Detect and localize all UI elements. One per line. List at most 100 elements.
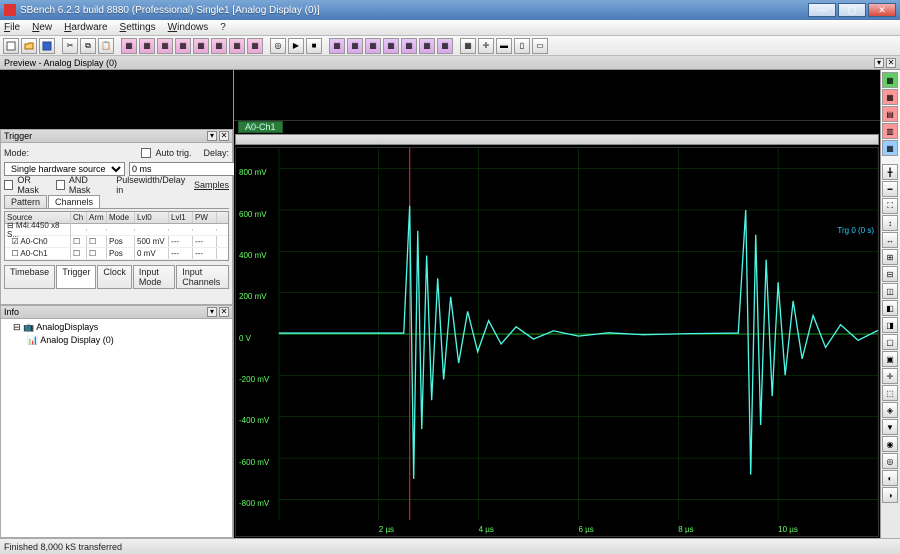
source-dropdown[interactable]: Single hardware source (4, 162, 125, 176)
tree-item-root[interactable]: ⊟ 📺 AnalogDisplays (3, 321, 230, 334)
channel-tab[interactable]: A0-Ch1 (238, 121, 283, 133)
menu-file[interactable]: File (4, 22, 20, 33)
tool-config3-icon[interactable]: ▦ (157, 38, 173, 54)
status-text: Finished 8,000 kS transferred (4, 542, 122, 552)
rtool-4-icon[interactable]: ▥ (882, 123, 898, 139)
rtool-14-icon[interactable]: ✛ (882, 368, 898, 384)
tool-save-icon[interactable] (39, 38, 55, 54)
menu-help[interactable]: ? (220, 22, 226, 33)
rtool-grid-icon[interactable]: ▦ (882, 72, 898, 88)
btab-timebase[interactable]: Timebase (4, 265, 55, 289)
y-tick-label: 400 mV (239, 251, 267, 260)
rtool-18-icon[interactable]: ◉ (882, 436, 898, 452)
tool-disp6-icon[interactable]: ▦ (419, 38, 435, 54)
close-button[interactable]: ✕ (868, 3, 896, 17)
tool-disp1-icon[interactable]: ▦ (329, 38, 345, 54)
tab-pattern[interactable]: Pattern (4, 195, 47, 208)
rtool-13-icon[interactable]: ▣ (882, 351, 898, 367)
preview-close-icon[interactable]: ✕ (886, 58, 896, 68)
tool-disp4-icon[interactable]: ▦ (383, 38, 399, 54)
btab-clock[interactable]: Clock (97, 265, 132, 289)
auto-trig-checkbox[interactable] (141, 148, 151, 158)
btab-inputch[interactable]: Input Channels (176, 265, 229, 289)
rtool-5-icon[interactable]: ▦ (882, 140, 898, 156)
display-column: A0-Ch1 800 mV600 mV400 mV200 mV0 V-200 m… (234, 70, 880, 538)
tool-config6-icon[interactable]: ▦ (211, 38, 227, 54)
tool-layout1-icon[interactable]: ▬ (496, 38, 512, 54)
tool-layout3-icon[interactable]: ▭ (532, 38, 548, 54)
rtool-11-icon[interactable]: ◨ (882, 317, 898, 333)
rtool-20-icon[interactable]: ◐ (882, 470, 898, 486)
rtool-10-icon[interactable]: ◧ (882, 300, 898, 316)
btab-trigger[interactable]: Trigger (56, 265, 96, 289)
rtool-16-icon[interactable]: ◈ (882, 402, 898, 418)
minimize-button[interactable]: — (808, 3, 836, 17)
mode-label: Mode: (4, 148, 29, 158)
tool-play-icon[interactable]: ▶ (288, 38, 304, 54)
tool-stop-icon[interactable]: ■ (306, 38, 322, 54)
tool-grid-icon[interactable]: ▦ (460, 38, 476, 54)
left-column: Trigger ▾ ✕ Mode: Auto trig. Delay: Sing… (0, 70, 234, 538)
tool-disp7-icon[interactable]: ▦ (437, 38, 453, 54)
trigger-close-icon[interactable]: ✕ (219, 131, 229, 141)
grid-row[interactable]: ☑ A0-Ch0☐☐Pos500 mV------ (5, 236, 228, 248)
tool-config1-icon[interactable]: ▦ (121, 38, 137, 54)
rtool-8-icon[interactable]: ⊟ (882, 266, 898, 282)
tool-config8-icon[interactable]: ▦ (247, 38, 263, 54)
info-pin-icon[interactable]: ▾ (207, 307, 217, 317)
rtool-21-icon[interactable]: ◑ (882, 487, 898, 503)
tool-cut-icon[interactable]: ✂ (62, 38, 78, 54)
menu-windows[interactable]: Windows (168, 22, 209, 33)
grid-row[interactable]: ⊟ M4i.4450 x8 S... (5, 224, 228, 236)
info-close-icon[interactable]: ✕ (219, 307, 229, 317)
display-scrollbar[interactable] (235, 134, 879, 145)
tool-disp3-icon[interactable]: ▦ (365, 38, 381, 54)
and-mask-checkbox[interactable] (56, 180, 65, 190)
rtool-19-icon[interactable]: ◎ (882, 453, 898, 469)
rtool-7-icon[interactable]: ⊞ (882, 249, 898, 265)
window-buttons: — ▢ ✕ (808, 3, 896, 17)
tool-open-icon[interactable] (21, 38, 37, 54)
rtool-15-icon[interactable]: ⬚ (882, 385, 898, 401)
tool-new-icon[interactable] (3, 38, 19, 54)
tool-config7-icon[interactable]: ▦ (229, 38, 245, 54)
delay-label: Delay: (203, 148, 229, 158)
rtool-vzoom-in-icon[interactable]: ↕ (882, 215, 898, 231)
or-mask-checkbox[interactable] (4, 180, 13, 190)
info-title: Info (4, 307, 19, 317)
tool-disp5-icon[interactable]: ▦ (401, 38, 417, 54)
preview-title: Preview - Analog Display (0) (4, 58, 117, 68)
tool-config4-icon[interactable]: ▦ (175, 38, 191, 54)
tool-layout2-icon[interactable]: ▯ (514, 38, 530, 54)
tool-config5-icon[interactable]: ▦ (193, 38, 209, 54)
tool-disp2-icon[interactable]: ▦ (347, 38, 363, 54)
trigger-pin-icon[interactable]: ▾ (207, 131, 217, 141)
rtool-17-icon[interactable]: ▼ (882, 419, 898, 435)
tool-cursor-icon[interactable]: ✛ (478, 38, 494, 54)
window-titlebar: SBench 6.2.3 build 8880 (Professional) S… (0, 0, 900, 20)
grid-row[interactable]: ☐ A0-Ch1☐☐Pos0 mV------ (5, 248, 228, 260)
rtool-zoom-out-icon[interactable]: ━ (882, 181, 898, 197)
oscilloscope-display[interactable]: 800 mV600 mV400 mV200 mV0 V-200 mV-400 m… (235, 147, 879, 537)
rtool-2-icon[interactable]: ▦ (882, 89, 898, 105)
rtool-12-icon[interactable]: ▢ (882, 334, 898, 350)
preview-pin-icon[interactable]: ▾ (874, 58, 884, 68)
menu-hardware[interactable]: Hardware (64, 22, 107, 33)
tool-paste-icon[interactable]: 📋 (98, 38, 114, 54)
x-tick-label: 8 µs (678, 525, 693, 534)
tool-config2-icon[interactable]: ▦ (139, 38, 155, 54)
tree-item-display0[interactable]: 📊 Analog Display (0) (3, 334, 230, 347)
tool-preview-icon[interactable]: ◎ (270, 38, 286, 54)
menu-new[interactable]: New (32, 22, 52, 33)
rtool-zoom-fit-icon[interactable]: ⛶ (882, 198, 898, 214)
rtool-zoom-in-icon[interactable]: ╋ (882, 164, 898, 180)
rtool-9-icon[interactable]: ◫ (882, 283, 898, 299)
menu-settings[interactable]: Settings (120, 22, 156, 33)
tab-channels[interactable]: Channels (48, 195, 100, 208)
status-bar: Finished 8,000 kS transferred (0, 538, 900, 554)
tool-copy-icon[interactable]: ⧉ (80, 38, 96, 54)
maximize-button[interactable]: ▢ (838, 3, 866, 17)
rtool-vzoom-out-icon[interactable]: ↔ (882, 232, 898, 248)
btab-inputmode[interactable]: Input Mode (133, 265, 175, 289)
rtool-3-icon[interactable]: ▤ (882, 106, 898, 122)
